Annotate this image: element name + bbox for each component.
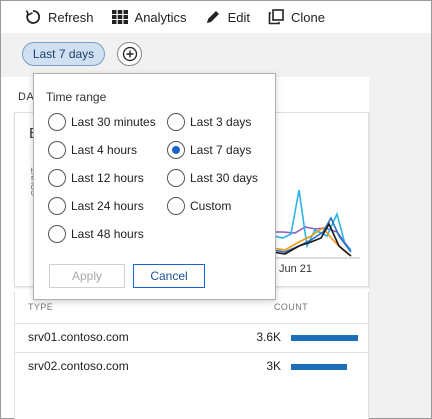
analytics-button[interactable]: Analytics [111,1,187,33]
option-last-30-minutes[interactable]: Last 30 minutes [48,112,156,132]
radio-button[interactable] [167,169,185,187]
time-range-popup: Time range Last 30 minutes Last 4 hours … [33,73,276,300]
refresh-icon [25,10,41,24]
row-name: srv01.contoso.com [28,330,129,344]
add-filter-button[interactable] [117,42,142,66]
count-bar [291,364,347,370]
edit-button[interactable]: Edit [205,1,250,33]
line-chart [265,189,360,259]
radio-button[interactable] [48,197,66,215]
refresh-button[interactable]: Refresh [25,1,94,33]
clone-button[interactable]: Clone [268,1,325,33]
option-label: Last 24 hours [71,199,144,213]
clone-icon [268,9,284,25]
count-bar [291,335,358,341]
apply-button[interactable]: Apply [49,264,125,288]
col-header-type: TYPE [28,302,54,312]
section-title: DA [18,91,35,103]
option-last-30-days[interactable]: Last 30 days [167,168,258,188]
right-gutter [369,77,431,418]
radio-button[interactable] [48,225,66,243]
toolbar: Refresh Analytics Edit Clone [1,1,431,33]
table-row[interactable]: srv02.contoso.com 3K [15,352,368,380]
row-count: 3.6K [256,330,281,344]
cancel-button[interactable]: Cancel [133,264,205,288]
radio-button[interactable] [167,197,185,215]
option-custom[interactable]: Custom [167,196,231,216]
table-row[interactable]: srv01.contoso.com 3.6K [15,323,368,351]
refresh-label: Refresh [48,9,94,25]
radio-button[interactable] [48,169,66,187]
grid-icon [111,10,128,24]
option-label: Last 12 hours [71,171,144,185]
radio-button[interactable] [48,113,66,131]
option-label: Last 7 days [190,143,252,157]
row-name: srv02.contoso.com [28,359,129,373]
filter-bar: Last 7 days [1,33,431,77]
option-label: Last 4 hours [71,143,138,157]
option-label: Custom [190,199,232,213]
analytics-label: Analytics [134,9,187,25]
plus-circle-icon [122,46,137,62]
pencil-icon [206,11,219,23]
x-tick-label: Jun 21 [279,263,313,275]
row-count: 3K [266,359,281,373]
edit-label: Edit [227,9,250,25]
option-last-7-days[interactable]: Last 7 days [167,140,251,160]
option-last-3-days[interactable]: Last 3 days [167,112,251,132]
radio-button-selected[interactable] [167,141,185,159]
option-label: Last 30 days [190,171,259,185]
time-range-pill[interactable]: Last 7 days [22,42,105,66]
radio-button[interactable] [48,141,66,159]
popup-title: Time range [46,90,107,104]
option-label: Last 3 days [190,115,252,129]
col-header-count: COUNT [274,302,308,312]
option-last-12-hours[interactable]: Last 12 hours [48,168,144,188]
radio-button[interactable] [167,113,185,131]
option-label: Last 48 hours [71,227,144,241]
option-last-4-hours[interactable]: Last 4 hours [48,140,137,160]
option-last-48-hours[interactable]: Last 48 hours [48,224,144,244]
option-label: Last 30 minutes [71,115,156,129]
option-last-24-hours[interactable]: Last 24 hours [48,196,144,216]
clone-label: Clone [290,9,325,25]
